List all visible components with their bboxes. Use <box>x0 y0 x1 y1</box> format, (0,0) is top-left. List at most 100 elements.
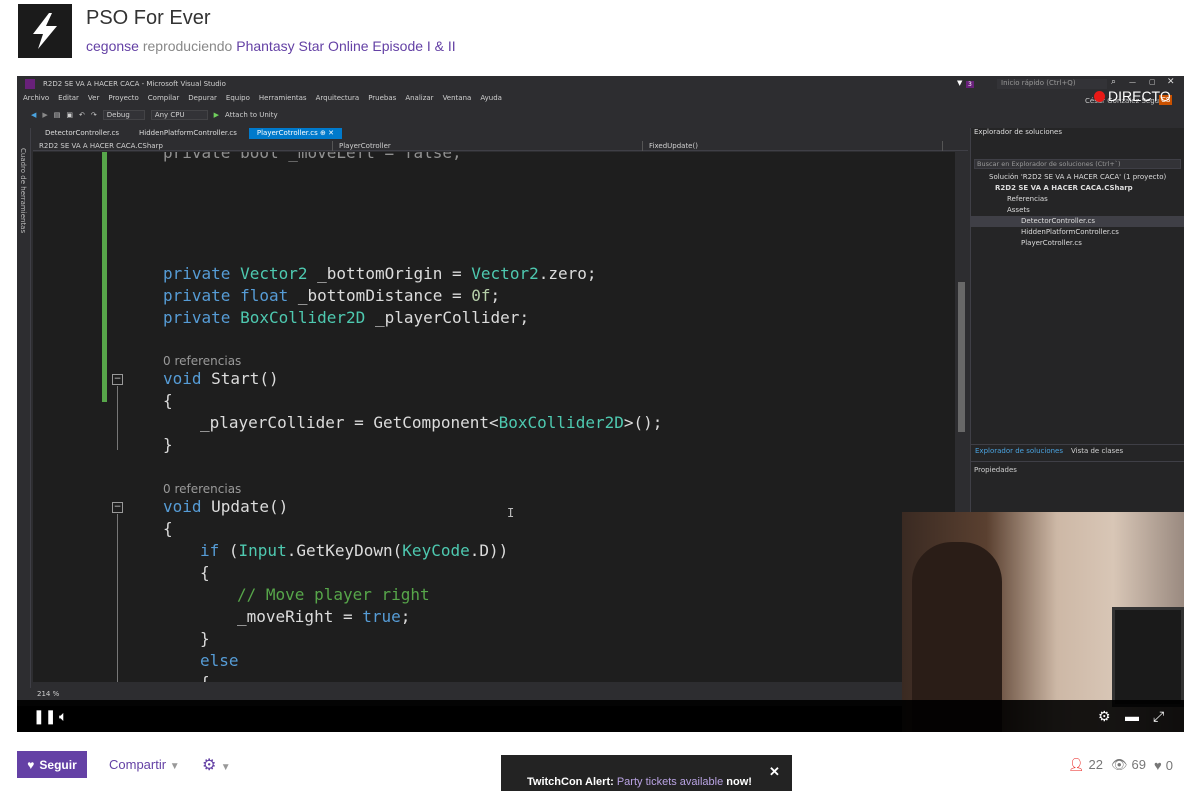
code-keyword: true <box>362 607 401 626</box>
tree-item-detector[interactable]: DetectorController.cs <box>971 216 1184 227</box>
new-file-icon[interactable]: ▤ <box>54 111 61 119</box>
settings-gear-icon[interactable]: ⚙ <box>1098 708 1111 725</box>
close-window-button[interactable]: ✕ <box>1167 77 1175 87</box>
game-link[interactable]: Phantasy Star Online Episode I & II <box>236 38 455 54</box>
playing-label: reproduciendo <box>142 38 233 54</box>
save-icon[interactable]: ▣ <box>66 111 73 119</box>
tab-player-controller[interactable]: PlayerCotroller.cs ⊕ ✕ <box>248 128 342 139</box>
redo-icon[interactable]: ↷ <box>91 111 97 119</box>
toolbox-bar[interactable]: Cuadro de herramientas <box>17 128 31 688</box>
chevron-down-icon: ▼ <box>169 761 180 772</box>
close-icon[interactable]: ✕ <box>769 764 780 780</box>
explorer-tabs: Explorador de soluciones Vista de clases <box>971 444 1184 456</box>
code-text: _moveRight = <box>237 607 363 626</box>
tree-item-player[interactable]: PlayerCotroller.cs <box>971 238 1184 249</box>
collapse-update-icon[interactable]: − <box>112 502 123 513</box>
lightning-bolt-icon <box>33 13 57 49</box>
tab-hidden-platform-controller[interactable]: HiddenPlatformController.cs <box>131 128 245 139</box>
share-button[interactable]: Compartir ▼ <box>109 757 180 772</box>
options-gear-button[interactable]: ⚙ ▼ <box>202 755 231 775</box>
code-line: } <box>163 435 173 454</box>
streamer-link[interactable]: cegonse <box>86 38 139 54</box>
menu-editar[interactable]: Editar <box>58 94 79 106</box>
quick-launch-search-icon[interactable]: ⌕ <box>1111 77 1116 87</box>
code-type: Vector2 <box>240 264 308 283</box>
maximize-button[interactable]: ▢ <box>1149 78 1156 86</box>
video-player[interactable]: R2D2 SE VA A HACER CACA - Microsoft Visu… <box>17 76 1184 732</box>
menu-ayuda[interactable]: Ayuda <box>480 94 502 106</box>
solution-search-input[interactable]: Buscar en Explorador de soluciones (Ctrl… <box>974 159 1181 169</box>
toolbox-label: Cuadro de herramientas <box>19 148 27 234</box>
menu-archivo[interactable]: Archivo <box>23 94 49 106</box>
tree-item-hidden-platform[interactable]: HiddenPlatformController.cs <box>971 227 1184 238</box>
code-keyword: if <box>200 541 220 560</box>
volume-icon[interactable]: 🔈︎ <box>59 708 67 725</box>
menu-ventana[interactable]: Ventana <box>443 94 472 106</box>
heart-icon: ♥ <box>27 757 35 772</box>
code-keyword: private <box>163 286 231 305</box>
code-type: BoxCollider2D <box>240 308 366 327</box>
code-text: .GetKeyDown( <box>286 541 403 560</box>
fullscreen-icon[interactable]: ⤢ <box>1153 708 1164 725</box>
nav-member-dropdown[interactable]: FixedUpdate() <box>643 141 943 151</box>
channel-header: PSO For Ever cegonse reproduciendo Phant… <box>0 0 1200 76</box>
menu-ver[interactable]: Ver <box>88 94 99 106</box>
code-number: 0f <box>471 286 491 305</box>
code-text: _bottomOrigin = <box>307 264 472 283</box>
tree-item-solution[interactable]: Solución 'R2D2 SE VA A HACER CACA' (1 pr… <box>971 172 1184 183</box>
zoom-level[interactable]: 214 % <box>37 690 59 698</box>
code-keyword: float <box>240 286 289 305</box>
forward-icon[interactable]: ▶ <box>42 111 47 119</box>
menu-depurar[interactable]: Depurar <box>188 94 217 106</box>
tree-item-project[interactable]: R2D2 SE VA A HACER CACA.CSharp <box>971 183 1184 194</box>
code-line: { <box>200 672 210 682</box>
theater-mode-icon[interactable]: ▬ <box>1125 708 1139 724</box>
follow-button[interactable]: ♥ Seguir <box>17 751 87 778</box>
alert-suffix: now! <box>726 776 752 788</box>
collapse-start-icon[interactable]: − <box>112 374 123 385</box>
followers-count: 0 <box>1165 757 1173 773</box>
solution-tree: Solución 'R2D2 SE VA A HACER CACA' (1 pr… <box>971 172 1184 249</box>
menu-herramientas[interactable]: Herramientas <box>259 94 307 106</box>
nav-project-dropdown[interactable]: R2D2 SE VA A HACER CACA.CSharp <box>33 141 333 151</box>
code-editor[interactable]: − − private bool _moveLeft = false; priv… <box>33 152 968 682</box>
code-line: private BoxCollider2D _playerCollider; <box>163 307 529 329</box>
attach-button[interactable]: Attach to Unity <box>225 111 278 119</box>
tab-solution-explorer[interactable]: Explorador de soluciones <box>971 445 1067 456</box>
menu-pruebas[interactable]: Pruebas <box>368 94 396 106</box>
navigation-bar: R2D2 SE VA A HACER CACA.CSharp PlayerCot… <box>33 141 968 151</box>
menu-compilar[interactable]: Compilar <box>148 94 180 106</box>
minimize-button[interactable]: — <box>1129 78 1136 86</box>
tree-item-assets[interactable]: Assets <box>971 205 1184 216</box>
code-text: private bool _moveLeft = false; <box>163 152 462 162</box>
pause-icon[interactable]: ❚❚ <box>33 708 56 725</box>
close-tab-icon[interactable]: ✕ <box>328 129 334 137</box>
vs-window-title: R2D2 SE VA A HACER CACA - Microsoft Visu… <box>43 80 226 88</box>
channel-stats: 👤︎ 22 👁︎ 69 ♥ 0 <box>1068 757 1173 773</box>
filter-icon[interactable]: ▼ <box>957 79 962 87</box>
play-icon[interactable]: ▶ <box>214 111 219 119</box>
quick-launch-input[interactable]: Inicio rápido (Ctrl+Q) <box>997 79 1107 89</box>
alert-text: TwitchCon Alert: Party tickets available… <box>527 776 752 788</box>
code-keyword: else <box>200 651 239 670</box>
alert-link[interactable]: Party tickets available <box>617 776 723 788</box>
menu-equipo[interactable]: Equipo <box>226 94 250 106</box>
editor-horizontal-scrollbar[interactable]: 214 % <box>33 688 968 700</box>
code-line: { <box>163 519 173 538</box>
tree-item-references[interactable]: Referencias <box>971 194 1184 205</box>
menu-proyecto[interactable]: Proyecto <box>108 94 138 106</box>
nav-class-dropdown[interactable]: PlayerCotroller <box>333 141 643 151</box>
scroll-thumb[interactable] <box>958 282 965 432</box>
code-text: >(); <box>623 413 663 432</box>
menu-analizar[interactable]: Analizar <box>405 94 433 106</box>
platform-select[interactable]: Any CPU <box>150 110 208 120</box>
channel-avatar[interactable] <box>18 4 72 58</box>
pin-icon[interactable]: ⊕ <box>320 129 326 137</box>
code-line: void Start() <box>163 368 279 390</box>
tab-class-view[interactable]: Vista de clases <box>1067 445 1127 456</box>
menu-arquitectura[interactable]: Arquitectura <box>316 94 360 106</box>
config-select[interactable]: Debug <box>102 110 145 120</box>
back-icon[interactable]: ◀ <box>31 111 36 119</box>
undo-icon[interactable]: ↶ <box>79 111 85 119</box>
tab-detector-controller[interactable]: DetectorController.cs <box>37 128 127 139</box>
